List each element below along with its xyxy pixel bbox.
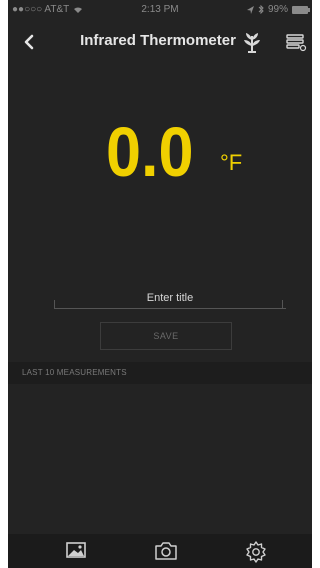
app-screen: ●●○○○ AT&T 2:13 PM 99% Infrared Thermome… bbox=[8, 0, 312, 568]
battery-percent: 99% bbox=[267, 4, 288, 15]
measurements-list bbox=[8, 384, 312, 534]
back-button[interactable] bbox=[18, 28, 42, 56]
tab-bar bbox=[8, 534, 312, 568]
gallery-icon bbox=[66, 542, 86, 558]
bluetooth-icon bbox=[258, 5, 264, 14]
camera-icon bbox=[155, 542, 177, 560]
input-underline-right-tick bbox=[282, 300, 283, 308]
input-underline-left-tick bbox=[54, 300, 55, 308]
temperature-value: 0.0 bbox=[106, 113, 194, 191]
back-chevron-icon bbox=[24, 34, 34, 50]
status-bar: ●●○○○ AT&T 2:13 PM 99% bbox=[8, 0, 312, 20]
camera-tab[interactable] bbox=[152, 538, 180, 564]
save-button[interactable]: SAVE bbox=[100, 322, 232, 350]
list-settings-icon bbox=[286, 34, 307, 52]
plant-icon bbox=[244, 33, 260, 53]
nav-bar: Infrared Thermometer bbox=[8, 24, 312, 60]
temperature-unit: °F bbox=[220, 150, 243, 175]
title-input[interactable] bbox=[54, 288, 286, 309]
battery-icon bbox=[292, 5, 310, 14]
plant-button[interactable] bbox=[240, 28, 264, 56]
settings-gear-icon bbox=[246, 541, 266, 563]
status-indicators: 99% bbox=[246, 4, 310, 15]
gallery-tab[interactable] bbox=[62, 538, 90, 564]
settings-tab[interactable] bbox=[242, 538, 270, 564]
location-icon bbox=[246, 5, 254, 14]
measurements-header: LAST 10 MEASUREMENTS bbox=[8, 362, 312, 384]
page-title: Infrared Thermometer bbox=[80, 32, 236, 49]
list-settings-button[interactable] bbox=[284, 28, 308, 56]
temperature-reading: 0.0 °F bbox=[8, 112, 312, 192]
